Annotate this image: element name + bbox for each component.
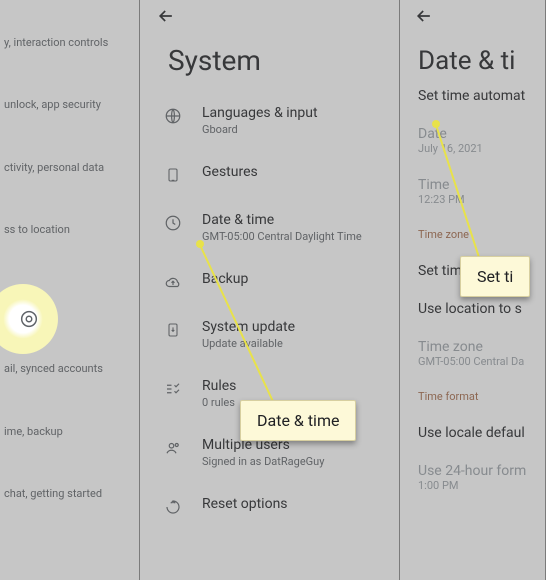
row-use-24h[interactable]: Use 24-hour form 1:00 PM xyxy=(418,463,545,492)
row-title: Use location to s xyxy=(418,301,545,317)
clock-icon xyxy=(162,214,184,232)
row-use-locale[interactable]: Use locale defaul xyxy=(418,425,545,441)
row-set-time-auto[interactable]: Set time automat xyxy=(418,88,545,104)
cloud-icon xyxy=(162,273,184,291)
row-sub: GMT-05:00 Central Da xyxy=(418,355,545,368)
settings-row[interactable]: ss to location xyxy=(4,213,139,247)
system-list: Languages & input Gboard Gestures Date &… xyxy=(140,91,399,530)
system-icon xyxy=(18,308,40,330)
row-time: Time 12:23 PM xyxy=(418,177,545,206)
item-title: System update xyxy=(202,319,295,335)
system-item-system-update[interactable]: System update Update available xyxy=(140,305,399,364)
callout-date-time: Date & time xyxy=(240,400,356,441)
item-sub: GMT-05:00 Central Daylight Time xyxy=(202,230,362,243)
row-use-location[interactable]: Use location to s xyxy=(418,301,545,317)
item-title: Reset options xyxy=(202,496,288,512)
item-title: Rules xyxy=(202,378,236,394)
item-title: Gestures xyxy=(202,164,258,180)
settings-row-sub: ss to location xyxy=(4,223,131,237)
settings-row-sub: ail, synced accounts xyxy=(4,362,131,376)
row-sub: 12:23 PM xyxy=(418,193,545,206)
section-time-format: Time format xyxy=(418,390,545,403)
system-panel: System Languages & input Gboard Gestures xyxy=(140,0,400,580)
item-title: Date & time xyxy=(202,212,362,228)
system-item-reset[interactable]: Reset options xyxy=(140,482,399,530)
system-item-backup[interactable]: Backup xyxy=(140,257,399,305)
reset-icon xyxy=(162,498,184,516)
settings-row[interactable]: ime, backup xyxy=(4,415,139,449)
callout-set-time: Set ti xyxy=(460,256,530,297)
row-sub: July 16, 2021 xyxy=(418,142,545,155)
settings-row[interactable]: unlock, app security xyxy=(4,88,139,122)
settings-row-sub: y, interaction controls xyxy=(4,36,131,50)
row-time-zone: Time zone GMT-05:00 Central Da xyxy=(418,339,545,368)
settings-row[interactable]: chat, getting started xyxy=(4,477,139,511)
users-icon xyxy=(162,439,184,457)
settings-row[interactable]: ctivity, personal data xyxy=(4,151,139,185)
row-title: Use locale defaul xyxy=(418,425,545,441)
system-item-date-time[interactable]: Date & time GMT-05:00 Central Daylight T… xyxy=(140,198,399,257)
item-sub: 0 rules xyxy=(202,396,236,409)
row-title: Time xyxy=(418,177,545,193)
item-sub: Gboard xyxy=(202,123,318,136)
settings-row-sub: unlock, app security xyxy=(4,98,131,112)
item-sub: Signed in as DatRageGuy xyxy=(202,455,324,468)
row-title: Time zone xyxy=(418,339,545,355)
settings-row-sub: ctivity, personal data xyxy=(4,161,131,175)
globe-icon xyxy=(162,107,184,125)
row-title: Set time automat xyxy=(418,88,545,104)
settings-row[interactable]: y, interaction controls xyxy=(4,26,139,60)
page-title: System xyxy=(140,0,399,91)
settings-row-sub: chat, getting started xyxy=(4,487,131,501)
back-arrow-icon[interactable] xyxy=(414,6,434,30)
rules-icon xyxy=(162,380,184,398)
section-time-zone: Time zone xyxy=(418,228,545,241)
phone-icon xyxy=(162,166,184,184)
settings-row-sub: ime, backup xyxy=(4,425,131,439)
row-sub: 1:00 PM xyxy=(418,479,545,492)
system-item-languages[interactable]: Languages & input Gboard xyxy=(140,91,399,150)
system-item-gestures[interactable]: Gestures xyxy=(140,150,399,198)
item-title: Backup xyxy=(202,271,248,287)
back-arrow-icon[interactable] xyxy=(156,6,176,30)
row-title: Use 24-hour form xyxy=(418,463,545,479)
item-title: Languages & input xyxy=(202,105,318,121)
settings-row[interactable]: ail, synced accounts xyxy=(4,352,139,386)
update-icon xyxy=(162,321,184,339)
